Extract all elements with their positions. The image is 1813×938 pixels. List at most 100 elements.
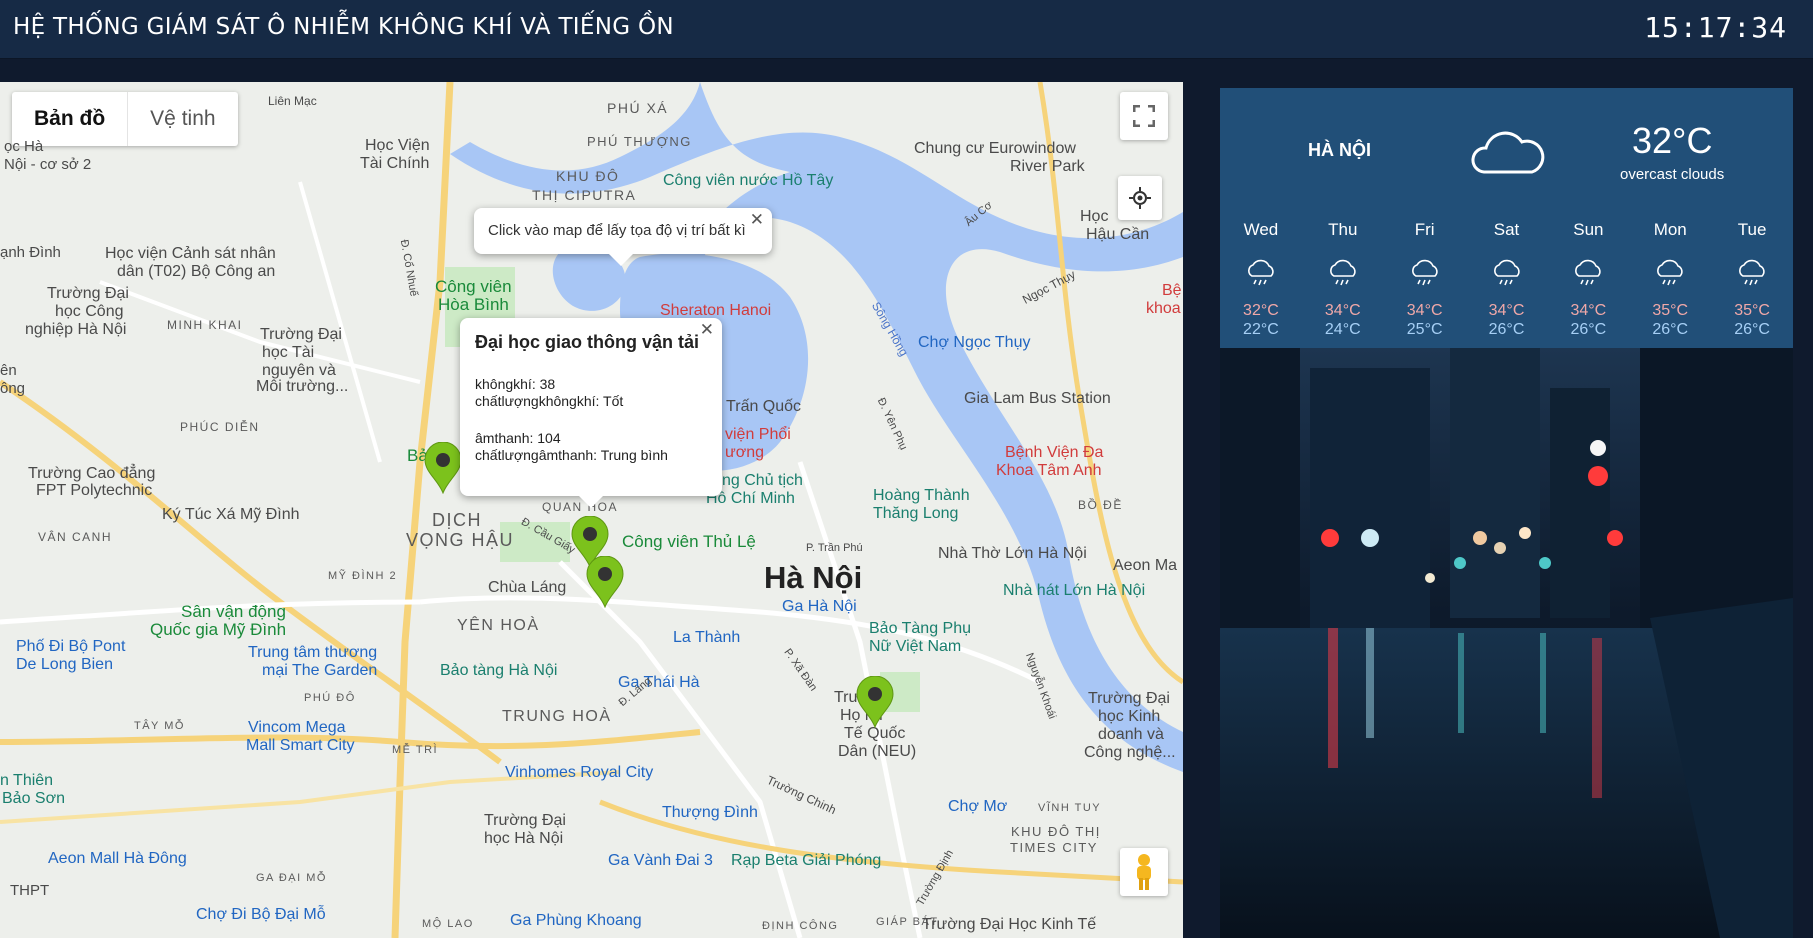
- rain-cloud-icon: [1739, 259, 1765, 286]
- map-label: Trường Đại: [484, 812, 566, 829]
- map-label: Bệ: [1162, 282, 1182, 299]
- weather-city: HÀ NỘI: [1308, 140, 1371, 160]
- map-label: THPT: [10, 882, 50, 899]
- map-label: VĨNH TUY: [1038, 802, 1102, 814]
- city-rain-photo: [1220, 348, 1793, 938]
- forecast-day: Sun 34°C 26°C: [1547, 208, 1629, 348]
- forecast-day: Thu 34°C 24°C: [1302, 208, 1384, 348]
- map-label: Trường Đại Học Kinh Tế: [922, 916, 1097, 933]
- map-type-satellite-button[interactable]: Vệ tinh: [128, 92, 237, 146]
- forecast-row: Wed 32°C 22°C Thu 34°C 24°C Fri 34°C 25°C Sat 34°C…: [1220, 208, 1793, 348]
- station-marker[interactable]: [586, 556, 624, 608]
- map-label: ng Chủ tịch: [722, 472, 803, 489]
- rain-cloud-icon: [1329, 259, 1356, 286]
- map-label: Chợ Ngọc Thụy: [918, 334, 1031, 351]
- map-label: Chợ Đi Bộ Đại Mỗ: [196, 906, 326, 923]
- station-marker[interactable]: [424, 442, 462, 494]
- map-label: khoa: [1146, 300, 1181, 317]
- rainy-street-image: [1220, 348, 1793, 938]
- map-label: a Trấn Quốc: [713, 398, 802, 415]
- street-view-button[interactable]: [1120, 848, 1168, 896]
- rain-cloud-icon: [1248, 259, 1274, 286]
- map-label: Chùa Láng: [488, 579, 567, 596]
- map-label: Hoàng Thành: [873, 487, 970, 504]
- click-hint-text: Click vào map để lấy tọa độ vị trí bất k…: [488, 222, 746, 239]
- map-label: ọc Hà: [4, 138, 44, 155]
- rain-cloud-icon: [1493, 259, 1520, 286]
- map-label: n Thiên: [0, 772, 54, 789]
- map-label: FPT Polytechnic: [36, 482, 153, 499]
- close-icon[interactable]: ✕: [750, 210, 764, 230]
- forecast-low: 26°C: [1734, 321, 1770, 338]
- close-icon[interactable]: ✕: [700, 320, 714, 340]
- fullscreen-button[interactable]: [1120, 92, 1168, 140]
- map-label: nghiệp Hà Nội: [25, 321, 127, 338]
- forecast-high: 34°C: [1488, 302, 1525, 319]
- fullscreen-icon: [1133, 105, 1155, 127]
- forecast-high: 35°C: [1734, 302, 1770, 319]
- map-view[interactable]: Bản đồ Vệ tinh PHÚ XÁ PHÚ THƯỢNG KHU ĐÔ …: [0, 82, 1183, 938]
- forecast-high: 32°C: [1243, 302, 1279, 319]
- map-label: Chung cư Eurowindow: [914, 140, 1076, 157]
- page-title: HỆ THỐNG GIÁM SÁT Ô NHIỄM KHÔNG KHÍ VÀ T…: [13, 14, 674, 40]
- forecast-low: 26°C: [1570, 321, 1607, 338]
- map-label: Nội - cơ sở 2: [4, 156, 92, 173]
- map-label: Ga Hà Nội: [782, 598, 857, 615]
- map-label: De Long Bien: [16, 656, 113, 673]
- map-label: KHU ĐÔ: [556, 168, 620, 184]
- map-label: TÂY MỖ: [134, 720, 185, 732]
- map-label: Bảo tàng Hà Nội: [440, 662, 558, 679]
- rain-cloud-icon: [1575, 259, 1602, 286]
- forecast-high: 34°C: [1406, 302, 1443, 319]
- map-label: học Kinh: [1098, 708, 1161, 725]
- map-label: Aeon Ma: [1113, 557, 1178, 574]
- map-label: Quốc gia Mỹ Đình: [150, 620, 287, 639]
- map-label: Chợ Mơ: [948, 798, 1008, 815]
- map-label: PHÚ ĐÔ: [304, 692, 356, 704]
- forecast-day: Wed 32°C 22°C: [1220, 208, 1302, 348]
- map-label: ĐỊNH CÔNG: [762, 920, 839, 932]
- map-label: mại The Garden: [262, 662, 378, 679]
- forecast-day-name: Sat: [1493, 220, 1520, 239]
- map-label: PHÚ THƯỢNG: [587, 134, 692, 149]
- forecast-day-name: Thu: [1328, 220, 1358, 239]
- map-label: YÊN HOÀ: [457, 617, 540, 634]
- map-label: Môi trường...: [256, 378, 349, 395]
- map-label: Tài Chính: [360, 155, 430, 172]
- forecast-low: 25°C: [1406, 321, 1443, 338]
- map-label: Công viên nước Hồ Tây: [663, 172, 834, 189]
- weather-description: overcast clouds: [1620, 166, 1725, 183]
- map-label: Liên Mạc: [268, 94, 317, 108]
- map-label: MỸ ĐÌNH 2: [328, 570, 398, 582]
- map-label: BỒ ĐỀ: [1078, 498, 1123, 512]
- map-label: Học viện Cảnh sát nhân: [105, 245, 276, 262]
- station-marker[interactable]: [856, 676, 894, 728]
- map-label: Học: [1080, 208, 1109, 225]
- map-label: Dân (NEU): [838, 743, 917, 760]
- map-label: Công nghệ...: [1084, 744, 1176, 761]
- map-label: Vinhomes Royal City: [505, 764, 654, 781]
- forecast-high: 35°C: [1652, 302, 1689, 319]
- sound-value: âmthanh: 104: [475, 430, 561, 446]
- forecast-day-name: Tue: [1737, 220, 1767, 239]
- forecast-day-name: Sun: [1573, 220, 1604, 239]
- map-label: Công viên: [435, 277, 512, 296]
- click-hint-popup: Click vào map để lấy tọa độ vị trí bất k…: [474, 208, 772, 266]
- air-value: khôngkhí: 38: [475, 376, 556, 392]
- map-label: Ga Phùng Khoang: [510, 912, 642, 929]
- map-label: viện Phổi: [725, 426, 791, 443]
- forecast-day: Fri 34°C 25°C: [1384, 208, 1466, 348]
- forecast-high: 34°C: [1324, 302, 1361, 319]
- clock: 15:17:34: [1644, 11, 1787, 44]
- map-label: Bảo Tàng Phụ: [869, 620, 972, 637]
- map-label: Ký Túc Xá Mỹ Đình: [162, 506, 300, 523]
- map-label: Sân vận động: [181, 602, 286, 621]
- forecast-low: 22°C: [1243, 321, 1279, 338]
- map-label: Gia Lam Bus Station: [964, 390, 1111, 407]
- sound-quality: chấtlượngâmthanh: Trung bình: [475, 447, 668, 463]
- my-location-button[interactable]: [1118, 176, 1162, 220]
- map-label: THỊ CIPUTRA: [532, 187, 637, 203]
- map-label: Bệnh Viện Đa: [1005, 444, 1104, 461]
- map-label: Công viên Thủ Lệ: [622, 532, 756, 551]
- station-name: Đại học giao thông vận tải: [475, 332, 700, 352]
